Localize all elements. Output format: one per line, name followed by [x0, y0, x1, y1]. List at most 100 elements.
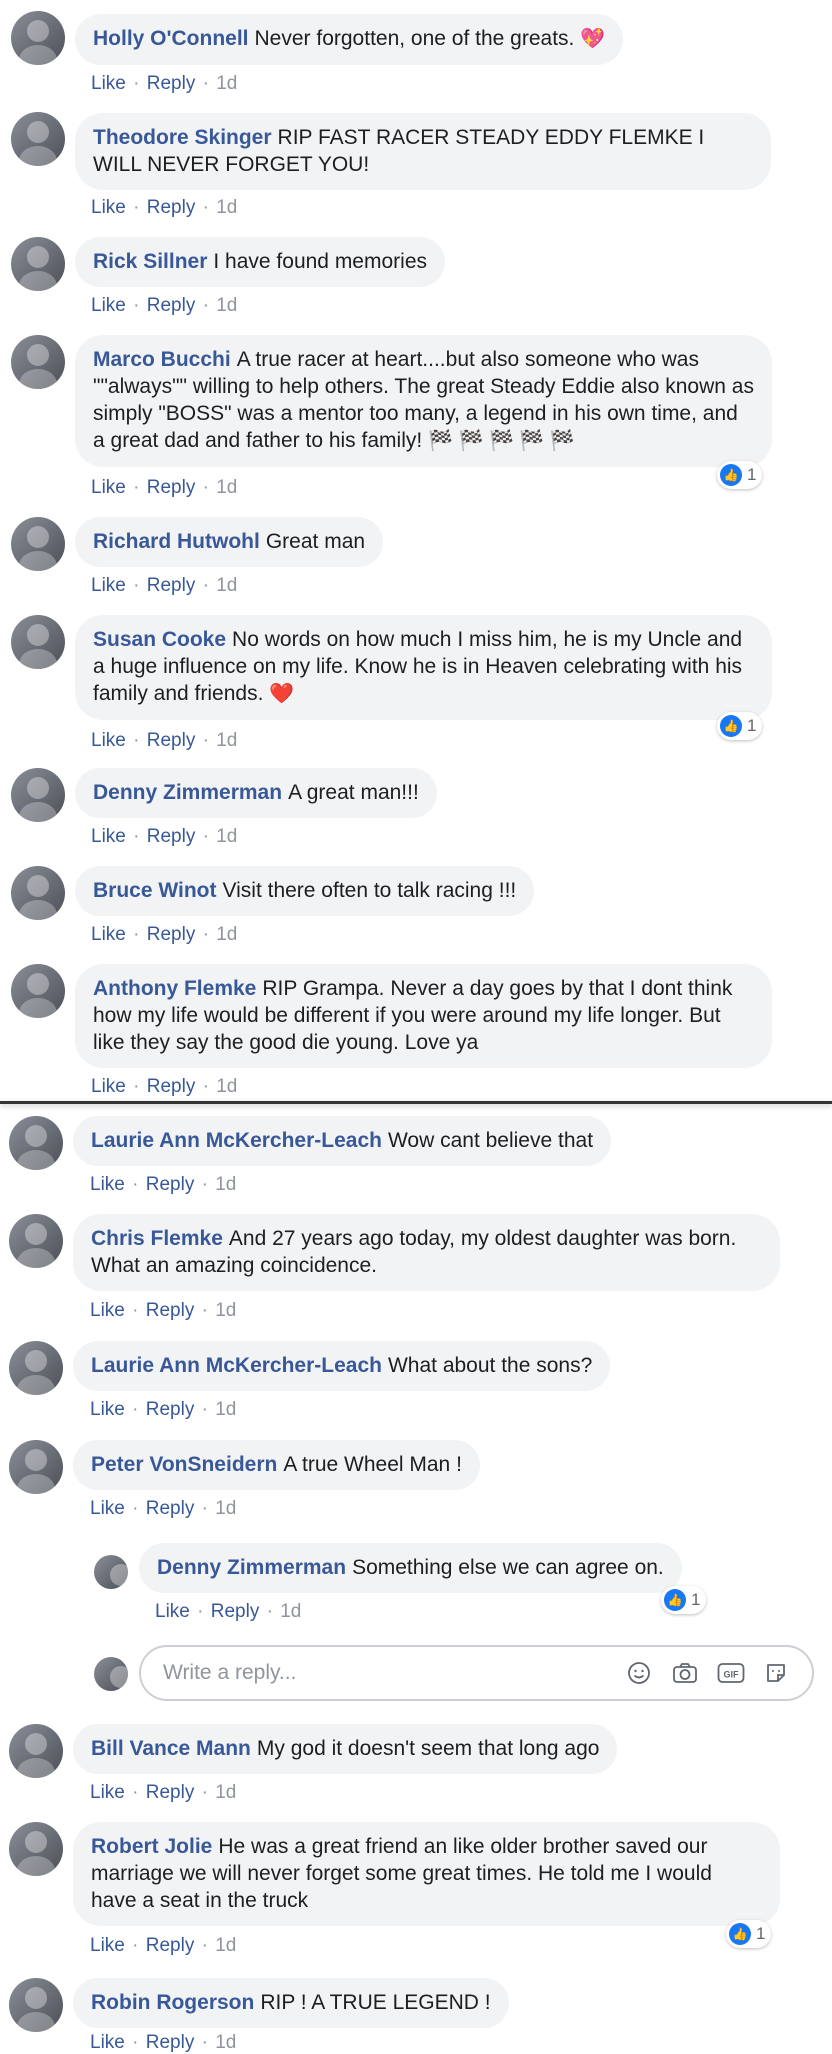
comment-author-link[interactable]: Peter VonSneidern [91, 1453, 277, 1476]
reply-link[interactable]: Reply [211, 1601, 260, 1622]
svg-text:GIF: GIF [724, 1670, 740, 1680]
sticker-icon[interactable] [764, 1661, 788, 1685]
comment-author-link[interactable]: Susan Cooke [93, 628, 226, 651]
smiley-icon[interactable] [627, 1661, 651, 1685]
reply-link[interactable]: Reply [146, 1174, 195, 1195]
comment-author-link[interactable]: Holly O'Connell [93, 27, 249, 50]
comment-author-link[interactable]: Richard Hutwohl [93, 530, 260, 553]
timestamp[interactable]: 1d [216, 826, 237, 847]
avatar[interactable] [9, 1978, 63, 2032]
avatar[interactable] [9, 1116, 63, 1170]
comment-author-link[interactable]: Bill Vance Mann [91, 1737, 251, 1760]
reply-link[interactable]: Reply [146, 1399, 195, 1420]
like-link[interactable]: Like [90, 1498, 125, 1519]
gif-icon[interactable]: GIF [717, 1661, 745, 1685]
comment-author-link[interactable]: Robin Rogerson [91, 1991, 254, 2014]
avatar[interactable] [11, 517, 65, 571]
reply-link[interactable]: Reply [146, 1935, 195, 1956]
like-link[interactable]: Like [155, 1601, 190, 1622]
like-link[interactable]: Like [91, 1076, 126, 1097]
comment-bubble: Bruce Winot Visit there often to talk rac… [75, 866, 535, 916]
timestamp[interactable]: 1d [215, 1174, 236, 1195]
avatar[interactable] [11, 11, 65, 65]
avatar[interactable] [11, 237, 65, 291]
like-link[interactable]: Like [91, 73, 126, 94]
reply-link[interactable]: Reply [147, 197, 196, 218]
timestamp[interactable]: 1d [215, 1935, 236, 1956]
avatar[interactable] [9, 1440, 63, 1494]
separator: · [201, 1935, 208, 1956]
like-link[interactable]: Like [90, 1300, 125, 1321]
timestamp[interactable]: 1d [216, 575, 237, 596]
reaction-count[interactable]: 👍 1 [717, 461, 763, 489]
timestamp[interactable]: 1d [215, 1782, 236, 1803]
comment-actions: Like · Reply · 1d [90, 1174, 238, 1196]
like-link[interactable]: Like [90, 1782, 125, 1803]
reply-link[interactable]: Reply [146, 2032, 195, 2053]
timestamp[interactable]: 1d [215, 1498, 236, 1519]
timestamp[interactable]: 1d [216, 1076, 237, 1097]
like-link[interactable]: Like [91, 730, 126, 751]
reply-link[interactable]: Reply [147, 826, 196, 847]
comment-author-link[interactable]: Rick Sillner [93, 250, 207, 273]
like-link[interactable]: Like [90, 1399, 125, 1420]
timestamp[interactable]: 1d [280, 1601, 301, 1622]
comment-author-link[interactable]: Laurie Ann McKercher-Leach [91, 1129, 382, 1152]
timestamp[interactable]: 1d [216, 477, 237, 498]
comment-author-link[interactable]: Denny Zimmerman [157, 1556, 346, 1579]
reply-link[interactable]: Reply [146, 1498, 195, 1519]
like-link[interactable]: Like [91, 197, 126, 218]
thumbs-up-icon: 👍 [720, 464, 742, 486]
like-link[interactable]: Like [91, 477, 126, 498]
comment-author-link[interactable]: Chris Flemke [91, 1227, 223, 1250]
like-link[interactable]: Like [91, 826, 126, 847]
timestamp[interactable]: 1d [215, 1300, 236, 1321]
reply-link[interactable]: Reply [146, 1782, 195, 1803]
avatar[interactable] [9, 1341, 63, 1395]
reply-link[interactable]: Reply [147, 575, 196, 596]
avatar[interactable] [11, 335, 65, 389]
timestamp[interactable]: 1d [215, 2032, 236, 2053]
like-link[interactable]: Like [90, 2032, 125, 2053]
reply-composer: GIF [139, 1645, 814, 1701]
reply-link[interactable]: Reply [147, 730, 196, 751]
comment-author-link[interactable]: Denny Zimmerman [93, 781, 282, 804]
comment-author-link[interactable]: Laurie Ann McKercher-Leach [91, 1354, 382, 1377]
comment-author-link[interactable]: Theodore Skinger [93, 126, 272, 149]
reaction-count[interactable]: 👍 1 [717, 712, 763, 740]
avatar[interactable] [11, 866, 65, 920]
timestamp[interactable]: 1d [216, 295, 237, 316]
like-link[interactable]: Like [90, 1935, 125, 1956]
avatar[interactable] [9, 1724, 63, 1778]
avatar[interactable] [11, 112, 65, 166]
avatar[interactable] [11, 768, 65, 822]
comment-author-link[interactable]: Marco Bucchi [93, 348, 231, 371]
timestamp[interactable]: 1d [216, 197, 237, 218]
timestamp[interactable]: 1d [216, 924, 237, 945]
comment-author-link[interactable]: Bruce Winot [93, 879, 216, 902]
reply-link[interactable]: Reply [147, 924, 196, 945]
avatar[interactable] [11, 615, 65, 669]
comment-author-link[interactable]: Anthony Flemke [93, 977, 256, 1000]
avatar[interactable] [94, 1555, 128, 1589]
camera-icon[interactable] [672, 1661, 697, 1685]
reply-input[interactable] [161, 1660, 565, 1686]
like-link[interactable]: Like [90, 1174, 125, 1195]
avatar[interactable] [9, 1822, 63, 1876]
reaction-count[interactable]: 👍 1 [661, 1586, 707, 1614]
like-link[interactable]: Like [91, 924, 126, 945]
reply-link[interactable]: Reply [147, 295, 196, 316]
reply-link[interactable]: Reply [147, 1076, 196, 1097]
reply-link[interactable]: Reply [147, 477, 196, 498]
like-link[interactable]: Like [91, 575, 126, 596]
avatar[interactable] [9, 1214, 63, 1268]
comment-author-link[interactable]: Robert Jolie [91, 1835, 212, 1858]
timestamp[interactable]: 1d [216, 730, 237, 751]
reaction-count[interactable]: 👍 1 [726, 1920, 772, 1948]
like-link[interactable]: Like [91, 295, 126, 316]
reply-link[interactable]: Reply [147, 73, 196, 94]
timestamp[interactable]: 1d [215, 1399, 236, 1420]
avatar[interactable] [11, 964, 65, 1018]
timestamp[interactable]: 1d [216, 73, 237, 94]
reply-link[interactable]: Reply [146, 1300, 195, 1321]
